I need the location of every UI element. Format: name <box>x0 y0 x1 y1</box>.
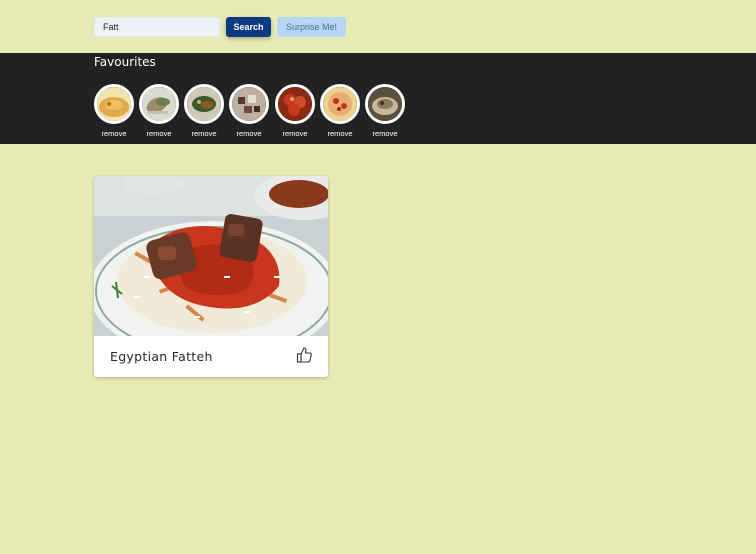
favourite-item: remove <box>229 84 269 140</box>
search-bar: Search Surprise Me! <box>0 0 756 53</box>
favourites-bar: Favourites remove remove remove remove r… <box>0 53 756 144</box>
favourite-thumbnail[interactable] <box>94 84 134 124</box>
favourite-item: remove <box>275 84 315 140</box>
favourite-item: remove <box>139 84 179 140</box>
favourites-title: Favourites <box>94 55 156 69</box>
favourite-thumbnail[interactable] <box>365 84 405 124</box>
search-button[interactable]: Search <box>226 17 271 37</box>
favourite-thumbnail[interactable] <box>320 84 360 124</box>
remove-favourite-link[interactable]: remove <box>139 129 179 138</box>
search-input[interactable] <box>94 17 220 37</box>
favourite-item: remove <box>365 84 405 140</box>
recipe-card[interactable]: Egyptian Fatteh <box>94 176 328 377</box>
remove-favourite-link[interactable]: remove <box>94 129 134 138</box>
favourite-item: remove <box>320 84 360 140</box>
favourite-thumbnail[interactable] <box>229 84 269 124</box>
remove-favourite-link[interactable]: remove <box>229 129 269 138</box>
remove-favourite-link[interactable]: remove <box>320 129 360 138</box>
thumbs-up-icon[interactable] <box>295 346 313 364</box>
favourite-thumbnail[interactable] <box>275 84 315 124</box>
remove-favourite-link[interactable]: remove <box>275 129 315 138</box>
recipe-image[interactable] <box>94 176 328 336</box>
favourite-thumbnail[interactable] <box>184 84 224 124</box>
favourite-thumbnail[interactable] <box>139 84 179 124</box>
favourite-item: remove <box>184 84 224 140</box>
recipe-title: Egyptian Fatteh <box>110 349 213 364</box>
favourite-item: remove <box>94 84 134 140</box>
remove-favourite-link[interactable]: remove <box>365 129 405 138</box>
surprise-me-button[interactable]: Surprise Me! <box>277 17 346 37</box>
remove-favourite-link[interactable]: remove <box>184 129 224 138</box>
